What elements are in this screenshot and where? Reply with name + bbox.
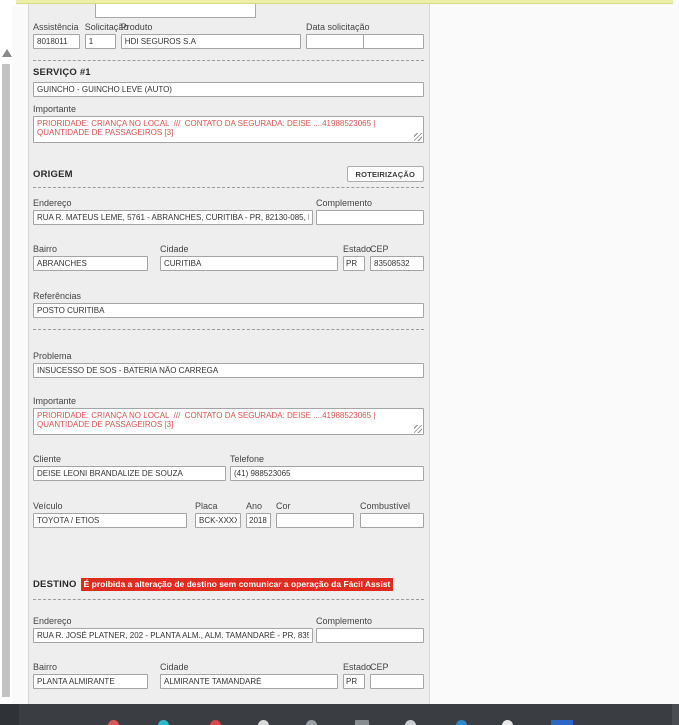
- origem-complemento-input[interactable]: [316, 210, 424, 225]
- separator: [33, 60, 424, 61]
- combustivel-input[interactable]: [360, 513, 424, 528]
- veiculo-input[interactable]: [33, 513, 187, 528]
- origem-referencias-input[interactable]: [33, 303, 424, 318]
- ano-input[interactable]: [246, 513, 271, 528]
- data-solicitacao-label: Data solicitação: [306, 22, 370, 32]
- destino-endereco-label: Endereço: [33, 616, 72, 626]
- servico-importante-textarea[interactable]: PRIORIDADE: CRIANÇA NO LOCAL /// CONTATO…: [33, 116, 424, 143]
- solicitacao-input[interactable]: [84, 34, 116, 49]
- destino-cep-input[interactable]: [370, 674, 424, 689]
- separator: [33, 187, 424, 188]
- destino-complemento-input[interactable]: [316, 628, 424, 643]
- placa-label: Placa: [195, 501, 218, 511]
- cutoff-top-input[interactable]: [95, 4, 256, 18]
- problema-label: Problema: [33, 351, 72, 361]
- ano-label: Ano: [246, 501, 263, 511]
- app-icon-red-2[interactable]: [210, 720, 221, 725]
- solicitacao-label: Solicitação: [84, 22, 129, 32]
- produto-input[interactable]: [120, 34, 301, 49]
- scroll-up-arrow-icon[interactable]: [2, 49, 12, 57]
- assistencia-input[interactable]: [33, 34, 80, 49]
- destino-endereco-input[interactable]: [33, 628, 313, 643]
- problema-importante-textarea[interactable]: PRIORIDADE: CRIANÇA NO LOCAL /// CONTATO…: [33, 408, 424, 435]
- combustivel-label: Combustível: [360, 501, 411, 511]
- destino-cidade-label: Cidade: [160, 662, 189, 672]
- header-fields-row: Assistência Solicitação Produto Data sol…: [33, 22, 424, 49]
- cliente-label: Cliente: [33, 454, 62, 464]
- origem-endereco-input[interactable]: [33, 210, 313, 225]
- app-icon-gray-square[interactable]: [355, 720, 369, 725]
- origem-estado-input[interactable]: [343, 256, 365, 271]
- destino-cep-label: CEP: [370, 662, 389, 672]
- app-icon-red-1[interactable]: [108, 720, 119, 725]
- origem-title: ORIGEM: [33, 168, 73, 180]
- app-icon-blue[interactable]: [456, 720, 467, 725]
- app-icon-teal[interactable]: [158, 720, 169, 725]
- placa-input[interactable]: [195, 513, 241, 528]
- problema-input[interactable]: [33, 363, 424, 378]
- destino-bairro-input[interactable]: [33, 674, 148, 689]
- roteirizacao-button[interactable]: ROTEIRIZAÇÃO: [346, 166, 424, 182]
- destino-title: DESTINO: [33, 579, 77, 590]
- origem-complemento-label: Complemento: [316, 198, 373, 208]
- top-highlight-bar-gap: [12, 0, 16, 5]
- origem-cep-input[interactable]: [370, 256, 424, 271]
- app-icon-gray-1[interactable]: [306, 720, 317, 725]
- service-form-panel: Assistência Solicitação Produto Data sol…: [28, 4, 430, 725]
- telefone-label: Telefone: [230, 454, 265, 464]
- data-solicitacao-input-2[interactable]: [363, 34, 424, 49]
- cor-label: Cor: [276, 501, 291, 511]
- servico-importante-label: Importante: [33, 104, 77, 114]
- origem-cep-label: CEP: [370, 244, 389, 254]
- servico-input[interactable]: [33, 82, 424, 97]
- separator: [33, 599, 424, 600]
- app-icon-white[interactable]: [502, 720, 513, 725]
- origem-estado-label: Estado: [343, 244, 372, 254]
- app-icon-blue-rect[interactable]: [551, 720, 573, 725]
- left-scrollbar[interactable]: [0, 0, 12, 704]
- destino-estado-input[interactable]: [343, 674, 365, 689]
- origem-bairro-label: Bairro: [33, 244, 58, 254]
- app-icon-light-1[interactable]: [258, 720, 269, 725]
- taskbar: [0, 704, 679, 725]
- servico-title: SERVIÇO #1: [33, 67, 91, 78]
- destino-warning-badge: É proibida a alteração de destino sem co…: [80, 578, 394, 591]
- origem-cidade-label: Cidade: [160, 244, 189, 254]
- origem-cidade-input[interactable]: [160, 256, 338, 271]
- taskbar-end-section[interactable]: [672, 704, 679, 725]
- problema-importante-label: Importante: [33, 396, 77, 406]
- scrollbar-thumb[interactable]: [2, 64, 10, 697]
- veiculo-label: Veículo: [33, 501, 63, 511]
- separator: [33, 329, 424, 330]
- destino-estado-label: Estado: [343, 662, 372, 672]
- destino-bairro-label: Bairro: [33, 662, 58, 672]
- assistencia-label: Assistência: [33, 22, 79, 32]
- cliente-input[interactable]: [33, 466, 226, 481]
- origem-endereco-label: Endereço: [33, 198, 72, 208]
- produto-label: Produto: [120, 22, 153, 32]
- destino-cidade-input[interactable]: [160, 674, 338, 689]
- origem-referencias-label: Referências: [33, 291, 82, 301]
- cor-input[interactable]: [276, 513, 354, 528]
- origem-bairro-input[interactable]: [33, 256, 148, 271]
- taskbar-start-section[interactable]: [0, 704, 19, 725]
- telefone-input[interactable]: [230, 466, 424, 481]
- data-solicitacao-input-1[interactable]: [306, 34, 364, 49]
- app-icon-light-2[interactable]: [405, 720, 416, 725]
- destino-complemento-label: Complemento: [316, 616, 373, 626]
